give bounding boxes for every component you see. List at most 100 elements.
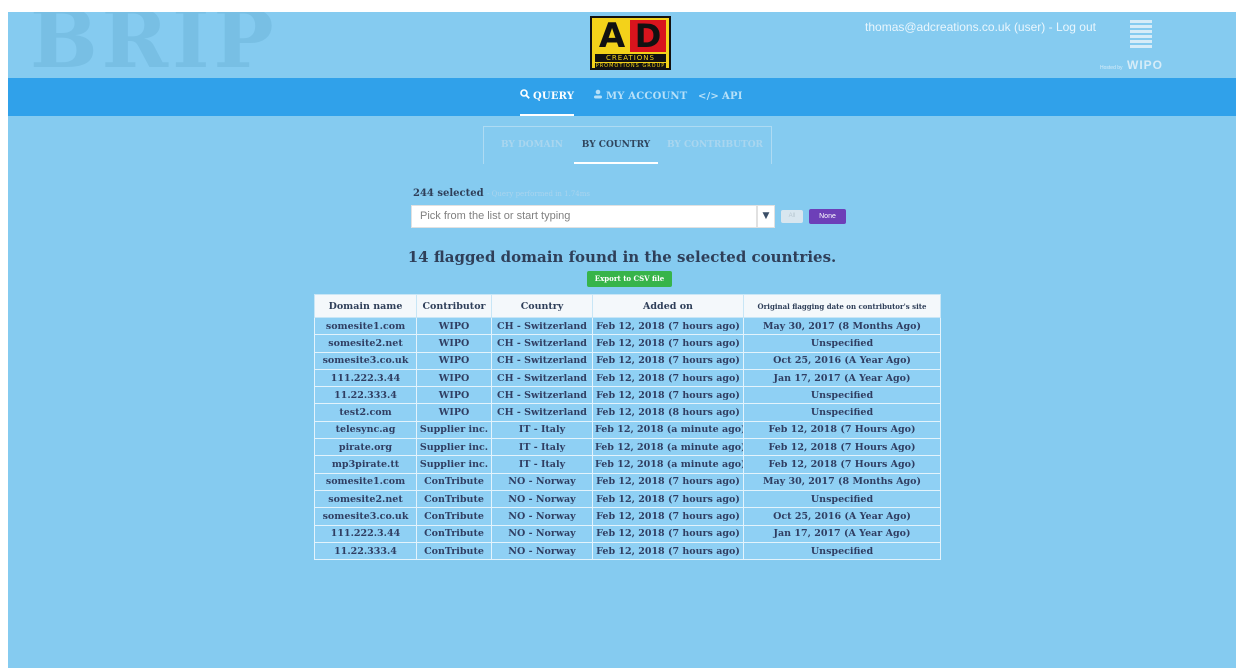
results-table: Domain name Contributor Country Added on… — [314, 294, 941, 561]
table-cell: Supplier inc. — [416, 438, 492, 457]
dropdown-caret-icon[interactable]: ▼ — [757, 205, 775, 228]
table-row[interactable]: 111.222.3.44 ConTribute NO - Norway Feb 12,… — [314, 524, 941, 543]
table-row[interactable]: somesite1.com ConTribute NO - Norway Feb 12… — [314, 472, 941, 491]
table-cell: May 30, 2017 (8 Months Ago) — [743, 316, 941, 336]
table-row[interactable]: somesite3.co.uk WIPO CH - Switzerland Feb 1… — [314, 351, 941, 370]
column-header[interactable]: Contributor — [416, 294, 492, 318]
table-cell: Feb 12, 2018 (7 hours ago) — [592, 541, 744, 561]
table-row[interactable]: somesite2.net ConTribute NO - Norway Feb 12… — [314, 489, 941, 509]
brand-watermark: BRIP — [30, 12, 278, 86]
table-cell: Supplier inc. — [416, 455, 492, 474]
nav-api[interactable]: </> API — [698, 78, 743, 116]
table-cell: Feb 12, 2018 (a minute ago) — [592, 455, 744, 474]
table-cell: CH - Switzerland — [491, 334, 593, 353]
wipo-hosted-by: Hosted by — [1100, 65, 1123, 71]
table-cell: Feb 12, 2018 (7 hours ago) — [592, 472, 744, 491]
table-header-row: Domain name Contributor Country Added on… — [314, 294, 941, 318]
table-cell: ConTribute — [416, 489, 492, 509]
column-header[interactable]: Original flagging date on contributor's … — [743, 294, 941, 318]
table-cell: telesync.ag — [314, 420, 417, 440]
column-header[interactable]: Domain name — [314, 294, 417, 318]
select-none-button[interactable]: None — [809, 209, 846, 224]
table-cell: WIPO — [416, 334, 492, 353]
table-row[interactable]: test2.com WIPO CH - Switzerland Feb 12, 201… — [314, 403, 941, 422]
table-row[interactable]: mp3pirate.tt Supplier inc. IT - Italy Feb 1… — [314, 455, 941, 474]
table-cell: Oct 25, 2016 (A Year Ago) — [743, 351, 941, 370]
table-cell: WIPO — [416, 403, 492, 422]
table-cell: somesite1.com — [314, 316, 417, 336]
column-header[interactable]: Country — [491, 294, 593, 318]
table-row[interactable]: 111.222.3.44 WIPO CH - Switzerland Feb 12, … — [314, 368, 941, 388]
tab-by-contributor[interactable]: BY CONTRIBUTOR — [662, 127, 768, 164]
header: BRIP A D CREATIONS PROMOTIONS GROUP thom… — [8, 12, 1236, 86]
table-cell: Feb 12, 2018 (7 Hours Ago) — [743, 455, 941, 474]
main-navbar: QUERY MY ACCOUNT </> API — [8, 78, 1236, 116]
table-cell: Feb 12, 2018 (7 hours ago) — [592, 507, 744, 526]
nav-query[interactable]: QUERY — [520, 78, 575, 116]
wipo-logo[interactable]: Hosted by WIPO — [1093, 20, 1163, 72]
table-row[interactable]: somesite2.net WIPO CH - Switzerland Feb 12,… — [314, 334, 941, 353]
table-cell: Unspecified — [743, 403, 941, 422]
table-cell: 11.22.333.4 — [314, 541, 417, 561]
query-performance: - Query performed in 1.74ms — [487, 190, 590, 198]
table-cell: pirate.org — [314, 438, 417, 457]
table-cell: Jan 17, 2017 (A Year Ago) — [743, 524, 941, 543]
tab-by-domain[interactable]: BY DOMAIN — [490, 127, 574, 164]
select-all-button[interactable]: All — [781, 210, 803, 223]
table-cell: ConTribute — [416, 507, 492, 526]
company-logo[interactable]: A D CREATIONS PROMOTIONS GROUP — [590, 16, 671, 70]
table-body: somesite1.com WIPO CH - Switzerland Feb 12,… — [314, 316, 941, 561]
table-cell: Feb 12, 2018 (7 hours ago) — [592, 351, 744, 370]
selection-summary: 244 selected - Query performed in 1.74ms — [413, 188, 590, 199]
table-row[interactable]: pirate.org Supplier inc. IT - Italy Feb 12,… — [314, 438, 941, 457]
table-row[interactable]: somesite1.com WIPO CH - Switzerland Feb 12,… — [314, 316, 941, 336]
wipo-name: WIPO — [1127, 58, 1163, 72]
table-cell: CH - Switzerland — [491, 351, 593, 370]
results-heading: 14 flagged domain found in the selected … — [407, 248, 837, 266]
table-cell: ConTribute — [416, 472, 492, 491]
table-cell: somesite2.net — [314, 334, 417, 353]
code-icon: </> — [698, 91, 720, 102]
table-cell: somesite2.net — [314, 489, 417, 509]
country-select-input[interactable]: Pick from the list or start typing — [411, 205, 757, 228]
table-cell: Feb 12, 2018 (7 hours ago) — [592, 489, 744, 509]
tab-by-country[interactable]: BY COUNTRY — [574, 127, 658, 164]
logo-letter-d: D — [630, 20, 666, 52]
table-cell: CH - Switzerland — [491, 316, 593, 336]
table-cell: Supplier inc. — [416, 420, 492, 440]
logout-link[interactable]: Log out — [1056, 20, 1096, 34]
user-info: thomas@adcreations.co.uk (user) - Log ou… — [865, 20, 1096, 34]
table-cell: Unspecified — [743, 334, 941, 353]
table-cell: 11.22.333.4 — [314, 386, 417, 405]
table-cell: somesite3.co.uk — [314, 507, 417, 526]
wipo-label: Hosted by WIPO — [1093, 56, 1163, 74]
nav-my-account[interactable]: MY ACCOUNT — [593, 78, 687, 116]
table-cell: 111.222.3.44 — [314, 524, 417, 543]
column-header[interactable]: Added on — [592, 294, 744, 318]
table-cell: WIPO — [416, 316, 492, 336]
table-cell: NO - Norway — [491, 472, 593, 491]
table-cell: somesite3.co.uk — [314, 351, 417, 370]
table-cell: Feb 12, 2018 (7 Hours Ago) — [743, 438, 941, 457]
export-csv-button[interactable]: Export to CSV file — [587, 271, 672, 287]
app-window: BRIP A D CREATIONS PROMOTIONS GROUP thom… — [8, 12, 1236, 668]
table-cell: ConTribute — [416, 541, 492, 561]
table-cell: Feb 12, 2018 (7 hours ago) — [592, 316, 744, 336]
table-cell: IT - Italy — [491, 455, 593, 474]
user-email: thomas@adcreations.co.uk (user) - — [865, 20, 1053, 34]
table-row[interactable]: 11.22.333.4 ConTribute NO - Norway Feb 12, … — [314, 541, 941, 561]
table-cell: Feb 12, 2018 (a minute ago) — [592, 420, 744, 440]
logo-text: CREATIONS — [595, 54, 666, 62]
table-row[interactable]: somesite3.co.uk ConTribute NO - Norway Feb … — [314, 507, 941, 526]
table-row[interactable]: telesync.ag Supplier inc. IT - Italy Feb 12… — [314, 420, 941, 440]
table-cell: WIPO — [416, 368, 492, 388]
table-cell: ConTribute — [416, 524, 492, 543]
table-cell: Feb 12, 2018 (7 Hours Ago) — [743, 420, 941, 440]
table-cell: Feb 12, 2018 (a minute ago) — [592, 438, 744, 457]
selected-count: 244 selected — [413, 188, 484, 199]
table-cell: Feb 12, 2018 (7 hours ago) — [592, 386, 744, 405]
table-cell: NO - Norway — [491, 489, 593, 509]
table-cell: Feb 12, 2018 (7 hours ago) — [592, 334, 744, 353]
table-row[interactable]: 11.22.333.4 WIPO CH - Switzerland Feb 12, 2… — [314, 386, 941, 405]
search-icon — [520, 78, 530, 116]
